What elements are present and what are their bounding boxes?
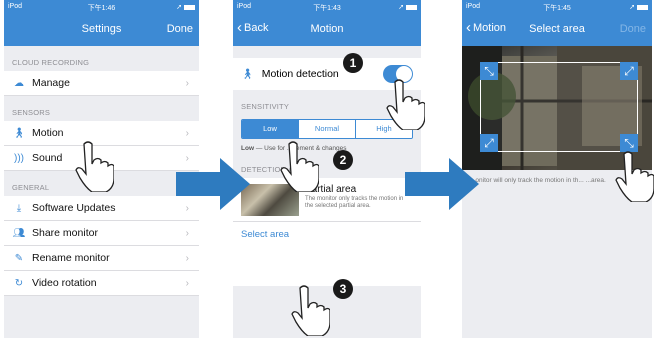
- settings-item-video-rotation[interactable]: ↻ Video rotation ›: [4, 271, 199, 296]
- status-time: 下午1:45: [543, 5, 571, 12]
- chevron-right-icon: ›: [185, 252, 189, 264]
- nav-bar: ‹ Motion Select area Done: [462, 14, 652, 46]
- selection-rectangle[interactable]: ⤡ ⤢ ⤢ ⤡: [480, 62, 638, 152]
- settings-item-label: Motion: [32, 127, 64, 139]
- people-icon: 👥︎: [12, 227, 26, 239]
- settings-item-label: Video rotation: [32, 277, 97, 289]
- walking-person-icon: 🚶︎: [12, 127, 26, 139]
- page-title: Motion: [310, 23, 344, 35]
- settings-item-label: Manage: [32, 77, 70, 89]
- settings-item-manage[interactable]: ☁ Manage ›: [4, 71, 199, 96]
- settings-item-label: Software Updates: [32, 202, 116, 214]
- step-badge-2: 2: [333, 150, 353, 170]
- list-filler: [233, 246, 421, 286]
- partial-area-title: Partial area: [305, 184, 357, 195]
- download-tray-icon: ⤓: [16, 202, 22, 214]
- cloud-icon: ☁: [14, 77, 24, 89]
- done-button[interactable]: Done: [620, 23, 646, 35]
- sensitivity-description: Low — Use for ...gement & changes: [233, 139, 421, 159]
- motion-detection-label: Motion detection: [261, 68, 339, 80]
- settings-item-software-updates[interactable]: ⤓ Software Updates ›: [4, 196, 199, 221]
- sensitivity-desc-level: Low: [241, 145, 254, 152]
- resize-handle-top-left-icon[interactable]: ⤡: [480, 62, 498, 80]
- partial-area-option[interactable]: Partial area The monitor only tracks the…: [233, 178, 421, 222]
- status-bar: iPod 下午1:45 ➚: [462, 0, 652, 14]
- sensitivity-option-normal[interactable]: Normal: [298, 120, 355, 138]
- settings-item-share-monitor[interactable]: 👥︎ Share monitor ›: [4, 221, 199, 246]
- step-badge-3: 3: [333, 279, 353, 299]
- section-header-detection-area: DETECTION AREA: [241, 165, 310, 174]
- status-time: 下午1:43: [313, 5, 341, 12]
- battery-icon: ➚: [629, 3, 648, 11]
- section-header-sensors: SENSORS: [12, 108, 51, 117]
- battery-icon: ➚: [398, 3, 417, 11]
- chevron-right-icon: ›: [185, 277, 189, 289]
- step-badge-1: 1: [343, 53, 363, 73]
- section-header-cloud-recording: CLOUD RECORDING: [12, 58, 90, 67]
- resize-handle-top-right-icon[interactable]: ⤢: [620, 62, 638, 80]
- rotate-icon: ↻: [14, 277, 24, 289]
- chevron-right-icon: ›: [185, 227, 189, 239]
- settings-item-label: Share monitor: [32, 227, 98, 239]
- pointing-hand-icon: [280, 141, 319, 192]
- status-time: 下午1:46: [87, 5, 116, 12]
- pointing-hand-icon: [291, 285, 330, 336]
- settings-item-label: Rename monitor: [32, 252, 110, 264]
- nav-bar: Settings Done: [4, 14, 199, 46]
- sensitivity-option-low[interactable]: Low: [242, 120, 298, 138]
- flow-arrow-icon: [176, 158, 250, 210]
- resize-handle-bottom-left-icon[interactable]: ⤢: [480, 134, 498, 152]
- select-area-link[interactable]: Select area: [233, 222, 421, 246]
- flow-arrow-icon: [405, 158, 479, 210]
- pencil-icon: ✎: [14, 252, 24, 264]
- settings-item-rename-monitor[interactable]: ✎ Rename monitor ›: [4, 246, 199, 271]
- status-bar: iPod 下午1:46 ➚: [4, 0, 199, 14]
- walking-person-icon: 🚶︎: [241, 68, 254, 80]
- chevron-right-icon: ›: [185, 127, 189, 139]
- partial-area-description: The monitor only tracks the motion in th…: [305, 196, 404, 209]
- status-bar: iPod 下午1:43 ➚: [233, 0, 421, 14]
- sound-waves-icon: ))): [14, 152, 24, 164]
- nav-bar: ‹ Back Motion: [233, 14, 421, 46]
- pointing-hand-icon: [75, 141, 114, 192]
- pointing-hand-icon: [386, 79, 425, 130]
- done-button[interactable]: Done: [167, 23, 193, 35]
- pointing-hand-icon: [615, 151, 654, 202]
- battery-icon: ➚: [176, 3, 195, 11]
- chevron-right-icon: ›: [185, 77, 189, 89]
